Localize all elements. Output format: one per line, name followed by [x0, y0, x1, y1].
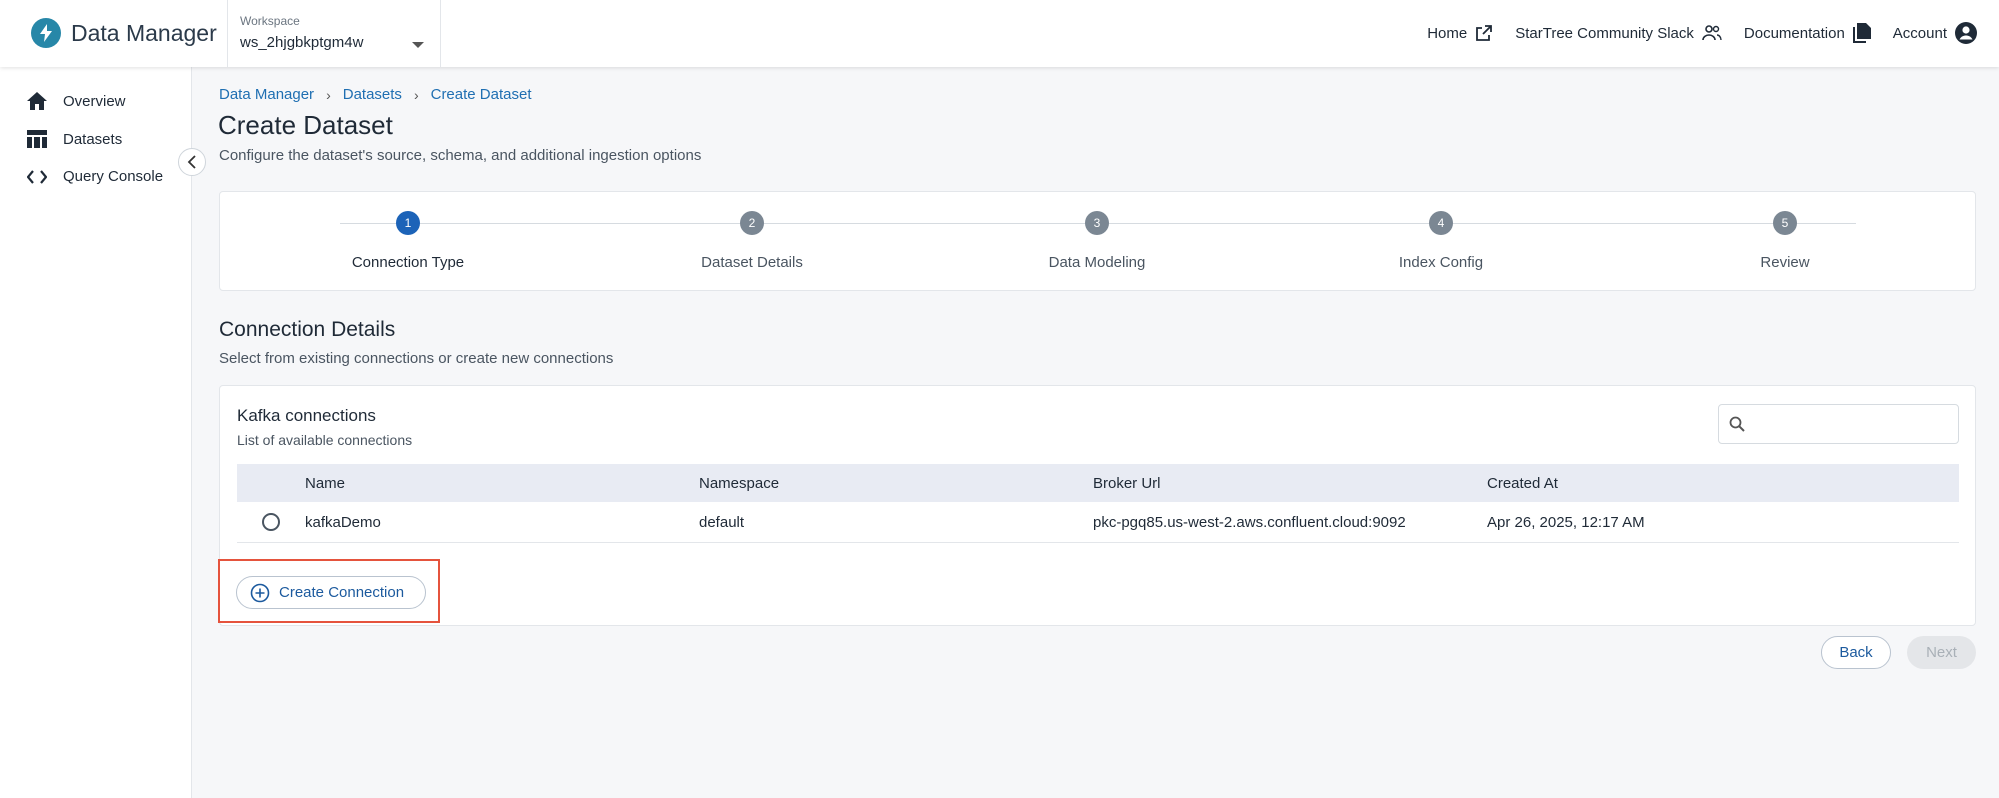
sidebar-item-label: Query Console — [63, 168, 164, 185]
top-nav: Home StarTree Community Slack Documentat… — [1427, 22, 1977, 44]
table-icon — [27, 130, 47, 148]
bolt-icon — [31, 18, 61, 48]
sidebar-item-label: Datasets — [63, 130, 123, 148]
connection-details-title: Connection Details — [219, 318, 396, 341]
breadcrumb-datasets[interactable]: Datasets — [343, 86, 402, 103]
step-2-label: Dataset Details — [701, 254, 803, 271]
table-row[interactable]: kafkaDemo default pkc-pgq85.us-west-2.aw… — [237, 502, 1959, 543]
column-header-created-at: Created At — [1487, 474, 1558, 492]
brand[interactable]: Data Manager — [31, 18, 217, 48]
step-2-circle: 2 — [740, 211, 764, 235]
nav-documentation-label: Documentation — [1743, 24, 1845, 42]
page-title: Create Dataset — [218, 110, 393, 140]
row-radio-button[interactable] — [262, 513, 280, 531]
row-select-cell — [237, 513, 305, 531]
document-icon — [1852, 23, 1871, 43]
step-5-label: Review — [1760, 254, 1810, 271]
nav-account[interactable]: Account — [1893, 22, 1977, 44]
step-3-circle: 3 — [1085, 211, 1109, 235]
search-box — [1718, 404, 1959, 444]
chevron-left-icon — [187, 155, 196, 169]
sidebar-item-overview[interactable]: Overview — [27, 92, 126, 110]
nav-home-label: Home — [1427, 24, 1468, 42]
sidebar: Overview Datasets Query Console — [0, 67, 192, 798]
people-icon — [1702, 25, 1722, 41]
step-3-label: Data Modeling — [1048, 254, 1146, 271]
cell-name: kafkaDemo — [305, 513, 381, 531]
next-button[interactable]: Next — [1907, 636, 1976, 669]
sidebar-item-label: Overview — [63, 92, 126, 110]
nav-slack-label: StarTree Community Slack — [1515, 24, 1694, 42]
cell-namespace: default — [699, 513, 745, 531]
workspace-value: ws_2hjgbkptgm4w — [240, 34, 364, 51]
workspace-label: Workspace — [240, 14, 300, 28]
kafka-connections-title: Kafka connections — [237, 406, 376, 425]
breadcrumb-create-dataset[interactable]: Create Dataset — [431, 86, 532, 103]
column-header-broker-url: Broker Url — [1093, 474, 1161, 492]
external-link-icon — [1476, 25, 1493, 41]
step-1-circle: 1 — [396, 211, 420, 235]
step-4-label: Index Config — [1398, 254, 1484, 271]
home-icon — [27, 92, 47, 110]
chevron-right-icon: › — [326, 86, 331, 103]
search-icon — [1729, 416, 1745, 432]
nav-account-label: Account — [1892, 24, 1947, 42]
connection-details-subtitle: Select from existing connections or crea… — [219, 350, 614, 367]
breadcrumb: Data Manager › Datasets › Create Dataset — [219, 86, 532, 103]
table-header: Name Namespace Broker Url Created At — [237, 464, 1959, 502]
brand-title: Data Manager — [71, 19, 217, 46]
nav-slack[interactable]: StarTree Community Slack — [1515, 24, 1722, 42]
chevron-right-icon: › — [413, 86, 419, 103]
page-subtitle: Configure the dataset's source, schema, … — [219, 147, 702, 164]
kafka-connections-subtitle: List of available connections — [237, 432, 413, 448]
cell-created-at: Apr 26, 2025, 12:17 AM — [1487, 513, 1645, 531]
code-icon — [27, 169, 47, 184]
kafka-connections-card: Kafka connections List of available conn… — [219, 385, 1976, 626]
step-1-label: Connection Type — [351, 254, 465, 271]
nav-home[interactable]: Home — [1427, 24, 1493, 42]
workspace-select[interactable]: Workspace ws_2hjgbkptgm4w — [227, 0, 441, 67]
step-4-circle: 4 — [1429, 211, 1453, 235]
create-connection-button[interactable]: Create Connection — [236, 576, 426, 609]
breadcrumb-data-manager[interactable]: Data Manager — [219, 86, 314, 103]
account-icon — [1955, 22, 1977, 44]
connections-table: Name Namespace Broker Url Created At kaf… — [237, 464, 1959, 543]
search-input[interactable] — [1753, 411, 1948, 437]
column-header-namespace: Namespace — [699, 474, 780, 492]
stepper: 1 2 3 4 5 Connection Type Dataset Detail… — [219, 191, 1976, 291]
sidebar-collapse-button[interactable] — [178, 148, 206, 176]
back-button[interactable]: Back — [1821, 636, 1891, 669]
plus-circle-icon — [250, 583, 270, 602]
column-header-name: Name — [305, 474, 346, 492]
cell-broker-url: pkc-pgq85.us-west-2.aws.confluent.cloud:… — [1093, 513, 1406, 531]
top-header: Data Manager Workspace ws_2hjgbkptgm4w H… — [0, 0, 1999, 67]
create-connection-label: Create Connection — [279, 584, 405, 601]
sidebar-item-query-console[interactable]: Query Console — [27, 168, 163, 185]
caret-down-icon — [412, 42, 424, 48]
step-5-circle: 5 — [1773, 211, 1797, 235]
sidebar-item-datasets[interactable]: Datasets — [27, 130, 122, 148]
nav-documentation[interactable]: Documentation — [1744, 23, 1871, 43]
